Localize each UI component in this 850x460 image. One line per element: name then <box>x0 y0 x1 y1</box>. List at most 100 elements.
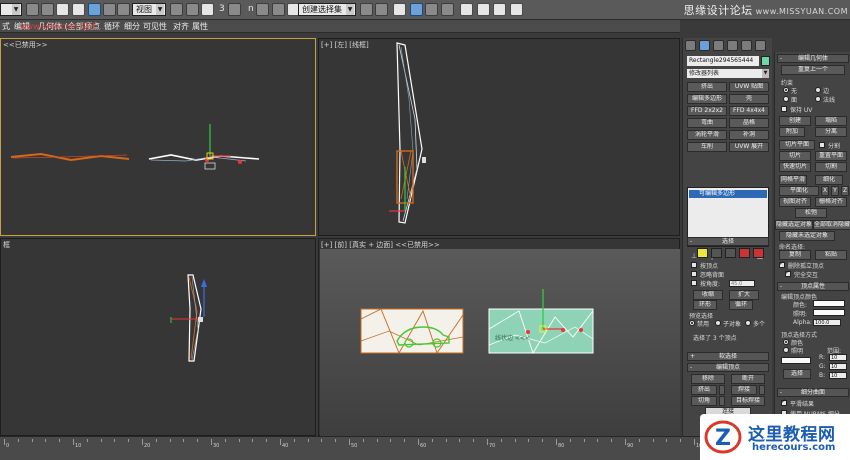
slice-button[interactable]: 切片 <box>779 151 811 161</box>
range-color-swatch[interactable] <box>781 357 811 364</box>
select-and-rotate-icon[interactable] <box>103 3 116 16</box>
mirror-move-icon[interactable] <box>186 3 199 16</box>
soft-selection-rollout-header[interactable]: + 软选择 <box>687 352 769 361</box>
ring-button[interactable]: 环形 <box>693 300 717 310</box>
cap-holes-button[interactable]: 补洞 <box>729 130 769 140</box>
create-button[interactable]: 创建 <box>779 116 811 126</box>
view-align-button[interactable]: 视图对齐 <box>779 197 811 207</box>
turbosmooth-button[interactable]: 涡轮平滑 <box>687 130 727 140</box>
menu-item[interactable]: 属性 <box>192 21 208 32</box>
snap-icon[interactable] <box>228 3 241 16</box>
range-r-spinner[interactable]: 10 <box>829 354 847 361</box>
constraint-edge-radio[interactable] <box>815 87 821 93</box>
lattice-button[interactable]: 晶格 <box>729 118 769 128</box>
border-mode-icon[interactable] <box>725 248 736 258</box>
named-selection-dropdown[interactable]: 创建选择集 ▼ <box>298 3 356 16</box>
angle-spinner[interactable]: 45.0 <box>729 280 755 287</box>
split-checkbox[interactable] <box>819 142 825 148</box>
element-mode-icon[interactable] <box>753 248 764 258</box>
viewport-top-right[interactable]: [+] [左] [线框] <box>318 38 680 236</box>
edit-vertices-rollout-header[interactable]: - 编辑顶点 <box>687 363 769 372</box>
preview-subobject-radio[interactable] <box>715 320 721 326</box>
undo-dropdown[interactable]: ▼ <box>0 3 22 16</box>
keyboard-shortcut-icon[interactable] <box>201 3 214 16</box>
menu-item[interactable]: 循环 <box>104 21 120 32</box>
pivot-icon[interactable] <box>170 3 183 16</box>
stack-item-editable-poly[interactable]: 可编辑多边形 <box>689 190 767 198</box>
paste-button[interactable]: 粘贴 <box>815 250 847 260</box>
extrude-settings-button[interactable] <box>719 385 725 395</box>
modify-tab-icon[interactable] <box>699 40 710 51</box>
remove-button[interactable]: 移除 <box>691 374 725 384</box>
unhide-all-button[interactable]: 全部取消隐藏 <box>813 220 850 230</box>
reset-plane-button[interactable]: 重置平面 <box>815 151 847 161</box>
slice-plane-button[interactable]: 切片平面 <box>779 140 815 150</box>
by-vertex-checkbox[interactable] <box>691 262 697 268</box>
viewport-top-left[interactable]: <<已禁用>> <box>0 38 316 236</box>
make-planar-button[interactable]: 平面化 <box>779 186 819 196</box>
display-tab-icon[interactable] <box>741 40 752 51</box>
cut-button[interactable]: 切割 <box>815 162 847 172</box>
illumination-swatch[interactable] <box>813 309 845 316</box>
angle-snap-toggle[interactable]: n <box>248 4 254 14</box>
by-angle-checkbox[interactable] <box>691 280 697 286</box>
percent-snap-icon[interactable] <box>256 3 269 16</box>
grid-align-button[interactable]: 栅格对齐 <box>815 197 847 207</box>
ignore-backfacing-checkbox[interactable] <box>691 271 697 277</box>
constraint-normal-radio[interactable] <box>815 96 821 102</box>
curve-editor-icon[interactable] <box>425 3 438 16</box>
edge-mode-icon[interactable] <box>711 248 722 258</box>
rendered-frame-icon[interactable] <box>493 3 506 16</box>
utilities-tab-icon[interactable] <box>755 40 766 51</box>
extrude-vertex-button[interactable]: 挤出 <box>691 385 717 395</box>
subdivision-surface-header[interactable]: - 细分曲面 <box>777 388 849 397</box>
object-name-field[interactable]: Rectangle294565444 <box>687 56 759 66</box>
alpha-spinner[interactable]: 100.0 <box>813 319 841 326</box>
select-and-scale-icon[interactable] <box>117 3 130 16</box>
lathe-button[interactable]: 车削 <box>687 142 727 152</box>
smooth-result-checkbox[interactable] <box>781 398 787 406</box>
range-g-spinner[interactable]: 10 <box>829 363 847 370</box>
constraint-none-radio[interactable] <box>783 87 789 93</box>
render-setup-icon[interactable] <box>477 3 490 16</box>
unwrap-uvw-button[interactable]: UVW 展开 <box>729 142 769 152</box>
delete-isolated-checkbox[interactable] <box>779 260 785 268</box>
ffd4-button[interactable]: FFD 4x4x4 <box>729 106 769 116</box>
menu-item[interactable]: 可见性 <box>143 21 167 32</box>
menu-item[interactable]: 细分 <box>124 21 140 32</box>
loop-button[interactable]: 循环 <box>729 300 753 310</box>
weld-settings-button[interactable] <box>759 385 765 395</box>
chamfer-settings-button[interactable] <box>719 396 725 406</box>
create-tab-icon[interactable] <box>685 40 696 51</box>
repeat-last-button[interactable]: 重复上一个 <box>781 65 845 75</box>
break-button[interactable]: 断开 <box>731 374 765 384</box>
extrude-button[interactable]: 挤出 <box>687 82 727 92</box>
material-editor-icon[interactable] <box>460 3 473 16</box>
viewport-bottom-left[interactable]: 框 <box>0 238 316 436</box>
grow-button[interactable]: 扩大 <box>729 290 759 300</box>
ffd2-button[interactable]: FFD 2x2x2 <box>687 106 727 116</box>
select-and-move-icon[interactable] <box>88 3 101 16</box>
motion-tab-icon[interactable] <box>727 40 738 51</box>
vertex-color-swatch[interactable] <box>813 300 845 307</box>
hierarchy-tab-icon[interactable] <box>713 40 724 51</box>
object-color-swatch[interactable] <box>761 56 770 66</box>
shrink-button[interactable]: 收缩 <box>693 290 723 300</box>
selection-rollout-header[interactable]: - 选择 <box>687 237 769 246</box>
edit-poly-button[interactable]: 编辑多边形 <box>687 94 727 104</box>
hide-unselected-button[interactable]: 隐藏未选定对象 <box>779 231 835 241</box>
menu-item[interactable]: 对齐 <box>173 21 189 32</box>
link-icon[interactable] <box>26 3 39 16</box>
select-by-illum-radio[interactable] <box>783 347 789 353</box>
hide-selected-button[interactable]: 隐藏选定对象 <box>775 220 813 230</box>
preview-multi-radio[interactable] <box>745 320 751 326</box>
target-weld-button[interactable]: 目标焊接 <box>731 396 765 406</box>
align-icon[interactable] <box>375 3 388 16</box>
reference-coordinate-dropdown[interactable]: 视图 ▼ <box>132 3 166 16</box>
select-object-icon[interactable] <box>56 3 69 16</box>
vertex-properties-header[interactable]: - 顶点属性 <box>777 282 849 291</box>
relax-button[interactable]: 松弛 <box>795 208 827 218</box>
layer-manager-icon[interactable] <box>393 3 406 16</box>
full-interactivity-checkbox[interactable] <box>785 269 791 277</box>
detach-button[interactable]: 分离 <box>815 127 847 137</box>
